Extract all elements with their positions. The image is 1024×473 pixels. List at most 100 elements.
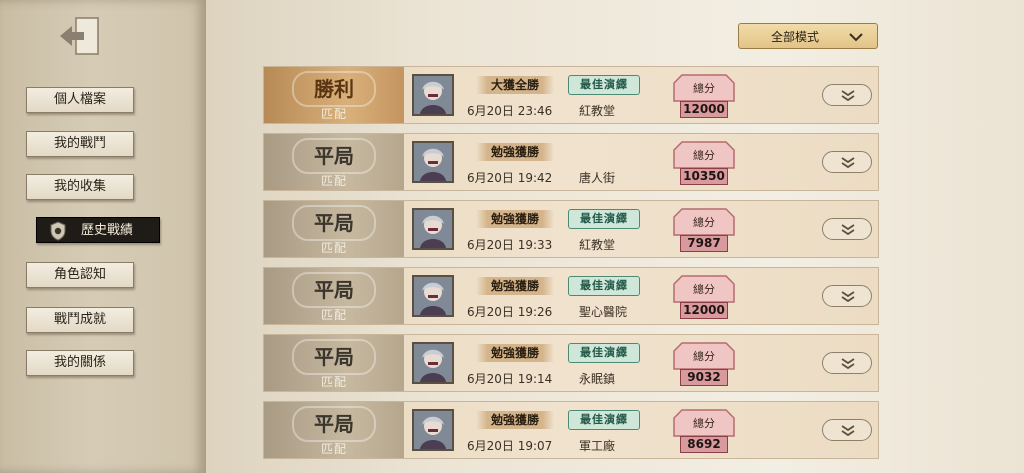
mvp-badge: 最佳演繹 <box>568 276 640 296</box>
match-date: 6月20日 23:46 <box>467 104 553 118</box>
double-chevron-down-icon <box>841 224 855 236</box>
result-label: 平局 <box>292 339 376 375</box>
double-chevron-down-icon <box>841 358 855 370</box>
score-tag: 總分 10350 <box>672 140 736 186</box>
result-panel: 平局 匹配 <box>264 268 404 324</box>
win-badge: 勉強獲勝 <box>476 277 554 295</box>
score-value: 12000 <box>680 101 728 118</box>
match-row: 平局 匹配 勉強獲勝 最佳演繹 6月20日 19:33 紅教堂 總分 7987 <box>263 200 879 258</box>
match-mode: 匹配 <box>320 241 347 255</box>
double-chevron-down-icon <box>841 291 855 303</box>
match-mode: 匹配 <box>320 174 347 188</box>
score-label: 總分 <box>693 82 715 95</box>
match-map: 紅教堂 <box>579 104 616 118</box>
sidebar-item-collection[interactable]: 我的收集 <box>26 174 134 200</box>
match-mode: 匹配 <box>320 308 347 322</box>
result-panel: 勝利 匹配 <box>264 67 404 123</box>
match-row: 勝利 匹配 大獲全勝 最佳演繹 6月20日 23:46 紅教堂 總分 12000 <box>263 66 879 124</box>
result-label: 勝利 <box>292 71 376 107</box>
expand-row-button[interactable] <box>822 84 872 106</box>
match-map: 紅教堂 <box>579 238 616 252</box>
match-row: 平局 匹配 勉強獲勝 最佳演繹 6月20日 19:26 聖心醫院 總分 1200… <box>263 267 879 325</box>
win-badge: 勉強獲勝 <box>476 411 554 429</box>
double-chevron-down-icon <box>841 425 855 437</box>
match-map: 軍工廠 <box>579 439 616 453</box>
match-date: 6月20日 19:07 <box>467 439 553 453</box>
score-value: 8692 <box>680 436 728 453</box>
character-avatar <box>412 275 454 317</box>
result-panel: 平局 匹配 <box>264 335 404 391</box>
sidebar-item-relations[interactable]: 我的關係 <box>26 350 134 376</box>
match-date: 6月20日 19:33 <box>467 238 553 252</box>
match-mode: 匹配 <box>320 107 347 121</box>
character-avatar <box>412 74 454 116</box>
result-label: 平局 <box>292 205 376 241</box>
mode-filter-label: 全部模式 <box>771 30 820 44</box>
match-map: 聖心醫院 <box>579 305 628 319</box>
match-row: 平局 匹配 勉強獲勝 最佳演繹 6月20日 19:07 軍工廠 總分 8692 <box>263 401 879 459</box>
result-label: 平局 <box>292 272 376 308</box>
win-badge: 勉強獲勝 <box>476 210 554 228</box>
shield-icon <box>50 221 66 241</box>
character-portrait-icon <box>414 277 452 315</box>
mvp-badge: 最佳演繹 <box>568 343 640 363</box>
expand-row-button[interactable] <box>822 151 872 173</box>
score-value: 9032 <box>680 369 728 386</box>
character-portrait-icon <box>414 143 452 181</box>
expand-row-button[interactable] <box>822 285 872 307</box>
result-label: 平局 <box>292 138 376 174</box>
expand-row-button[interactable] <box>822 419 872 441</box>
score-label: 總分 <box>693 417 715 430</box>
double-chevron-down-icon <box>841 90 855 102</box>
character-portrait-icon <box>414 76 452 114</box>
score-value: 7987 <box>680 235 728 252</box>
score-value: 10350 <box>680 168 728 185</box>
win-badge: 勉強獲勝 <box>476 344 554 362</box>
result-panel: 平局 匹配 <box>264 134 404 190</box>
result-panel: 平局 匹配 <box>264 201 404 257</box>
match-map: 唐人街 <box>579 171 616 185</box>
match-mode: 匹配 <box>320 375 347 389</box>
score-label: 總分 <box>693 350 715 363</box>
score-tag: 總分 12000 <box>672 274 736 320</box>
mvp-badge: 最佳演繹 <box>568 410 640 430</box>
match-date: 6月20日 19:26 <box>467 305 553 319</box>
sidebar-item-character[interactable]: 角色認知 <box>26 262 134 288</box>
character-portrait-icon <box>414 344 452 382</box>
score-label: 總分 <box>693 283 715 296</box>
character-avatar <box>412 141 454 183</box>
mvp-badge: 最佳演繹 <box>568 75 640 95</box>
character-avatar <box>412 409 454 451</box>
sidebar-item-my-battles[interactable]: 我的戰鬥 <box>26 131 134 157</box>
mode-filter-select[interactable]: 全部模式 <box>738 23 878 49</box>
sidebar-item-profile[interactable]: 個人檔案 <box>26 87 134 113</box>
character-portrait-icon <box>414 411 452 449</box>
result-panel: 平局 匹配 <box>264 402 404 458</box>
match-map: 永眠鎮 <box>579 372 616 386</box>
score-tag: 總分 9032 <box>672 341 736 387</box>
score-label: 總分 <box>693 216 715 229</box>
match-date: 6月20日 19:14 <box>467 372 553 386</box>
win-badge: 勉強獲勝 <box>476 143 554 161</box>
score-tag: 總分 12000 <box>672 73 736 119</box>
match-row: 平局 匹配 勉強獲勝 最佳演繹 6月20日 19:14 永眠鎮 總分 9032 <box>263 334 879 392</box>
sidebar-item-label: 歷史戰績 <box>81 223 134 238</box>
score-value: 12000 <box>680 302 728 319</box>
score-tag: 總分 7987 <box>672 207 736 253</box>
sidebar-item-achievements[interactable]: 戰鬥成就 <box>26 307 134 333</box>
chevron-down-icon <box>849 33 863 42</box>
expand-row-button[interactable] <box>822 352 872 374</box>
mvp-badge: 最佳演繹 <box>568 209 640 229</box>
result-label: 平局 <box>292 406 376 442</box>
match-date: 6月20日 19:42 <box>467 171 553 185</box>
sidebar-item-history[interactable]: 歷史戰績 <box>36 217 160 243</box>
score-label: 總分 <box>693 149 715 162</box>
character-avatar <box>412 208 454 250</box>
match-row: 平局 匹配 勉強獲勝 6月20日 19:42 唐人街 總分 10350 <box>263 133 879 191</box>
win-badge: 大獲全勝 <box>476 76 554 94</box>
exit-icon[interactable] <box>56 14 104 58</box>
sidebar: 個人檔案 我的戰鬥 我的收集 歷史戰績 角色認知 戰鬥成就 我的關係 <box>0 0 205 473</box>
expand-row-button[interactable] <box>822 218 872 240</box>
character-avatar <box>412 342 454 384</box>
character-portrait-icon <box>414 210 452 248</box>
